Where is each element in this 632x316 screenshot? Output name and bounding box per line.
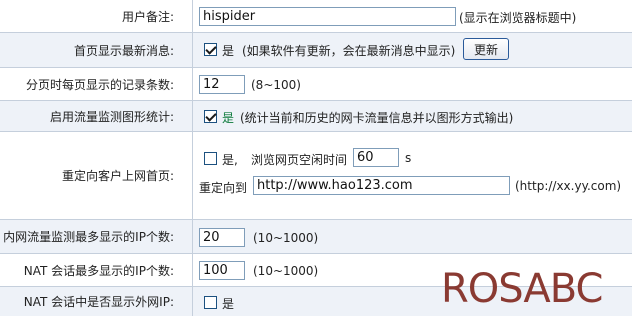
user-remark-hint: (显示在浏览器标题中)	[459, 11, 577, 25]
nat-show-wan-ip-checkbox[interactable]	[204, 296, 217, 309]
column-divider	[192, 254, 193, 286]
traffic-graph-label: 启用流量监测图形统计:	[49, 109, 174, 124]
idle-time-unit: s	[405, 151, 412, 165]
traffic-graph-checkbox[interactable]	[204, 110, 217, 123]
nat-ip-count-hint: (10~1000)	[253, 264, 319, 278]
lan-ip-count-hint: (10~1000)	[253, 231, 319, 245]
page-size-hint: (8~100)	[251, 78, 301, 92]
column-divider	[192, 0, 193, 32]
row-lan-ip-count: 内网流量监测最多显示的IP个数: (10~1000)	[0, 219, 632, 253]
row-page-size: 分页时每页显示的记录条数: (8~100)	[0, 67, 632, 100]
idle-time-label: 浏览网页空闲时间	[251, 153, 348, 167]
nat-show-wan-ip-yes: 是	[222, 297, 235, 311]
show-news-yes: 是	[222, 44, 235, 58]
column-divider	[192, 220, 193, 253]
show-news-checkbox[interactable]	[204, 43, 217, 56]
show-news-label: 首页显示最新消息:	[73, 43, 174, 58]
redirect-label: 重定向客户上网首页:	[61, 169, 174, 183]
redirect-to-label: 重定向到	[199, 181, 248, 195]
user-remark-input[interactable]	[199, 7, 456, 26]
traffic-graph-yes: 是	[222, 111, 235, 125]
nat-show-wan-ip-label: NAT 会话中是否显示外网IP:	[23, 295, 174, 309]
show-news-hint: (如果软件有更新，会在最新消息中显示)	[242, 44, 456, 58]
row-show-news: 首页显示最新消息: 是 (如果软件有更新，会在最新消息中显示) 更新	[0, 32, 632, 67]
lan-ip-count-label: 内网流量监测最多显示的IP个数:	[3, 230, 174, 244]
idle-time-input[interactable]	[353, 148, 399, 167]
update-button[interactable]: 更新	[463, 38, 510, 60]
column-divider	[192, 101, 193, 131]
row-redirect: 重定向客户上网首页: 是, 浏览网页空闲时间 s 重定向到 (http://xx…	[0, 131, 632, 219]
traffic-graph-hint: (统计当前和历史的网卡流量信息并以图形方式输出)	[240, 111, 514, 125]
user-remark-label: 用户备注:	[121, 9, 174, 24]
redirect-url-hint: (http://xx.yy.com)	[515, 179, 622, 193]
nat-ip-count-input[interactable]	[199, 261, 245, 280]
redirect-yes: 是,	[222, 153, 238, 167]
column-divider	[192, 287, 193, 316]
rosabc-watermark: ROSABC	[441, 266, 603, 312]
page-size-input[interactable]	[199, 75, 245, 94]
row-user-remark: 用户备注: (显示在浏览器标题中)	[0, 0, 632, 32]
column-divider	[192, 132, 193, 219]
nat-ip-count-label: NAT 会话最多显示的IP个数:	[23, 263, 174, 278]
redirect-checkbox[interactable]	[204, 152, 217, 165]
redirect-url-input[interactable]	[253, 176, 510, 195]
row-traffic-graph: 启用流量监测图形统计: 是 (统计当前和历史的网卡流量信息并以图形方式输出)	[0, 100, 632, 131]
page-size-label: 分页时每页显示的记录条数:	[25, 77, 174, 92]
column-divider	[192, 68, 193, 100]
lan-ip-count-input[interactable]	[199, 228, 245, 247]
column-divider	[192, 33, 193, 67]
